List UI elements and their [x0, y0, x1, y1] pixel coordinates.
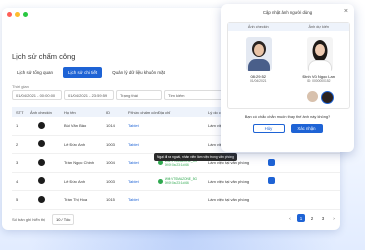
time-to-field[interactable]: 01/04/2021 - 23:59:59 — [64, 90, 114, 100]
close-icon[interactable]: × — [344, 8, 348, 15]
body-shape — [248, 59, 270, 71]
tab-bar: Lịch sử tổng quan Lịch sử chi tiết Quản … — [12, 67, 170, 78]
page-button-1[interactable]: 1 — [297, 214, 305, 222]
page-title: Lịch sử chấm công — [12, 52, 76, 61]
checkin-column: Ảnh checkin 08:29:52 01/04/2021 — [228, 23, 289, 108]
row-reason: Làm việc tại văn phòng — [208, 197, 250, 203]
checkin-date: 01/04/2021 — [249, 79, 267, 83]
wifi-check-icon — [158, 178, 163, 184]
table-row[interactable]: 5 Trần Thị Hoa 1015 Tablet Làm việc tại … — [12, 191, 340, 210]
expected-photo-large — [306, 37, 333, 71]
table-footer: Số bản ghi hiển thị 10 / Tốc ‹ 1 2 3 › — [12, 214, 340, 226]
row-name: Trần Thị Hoa — [64, 197, 88, 203]
candidate-thumbnail[interactable] — [320, 91, 334, 104]
cancel-button[interactable]: Hủy — [252, 124, 285, 133]
row-id: 1014 — [106, 123, 115, 129]
body-shape — [307, 60, 332, 71]
row-mode[interactable]: Tablet — [128, 160, 158, 165]
face-thumbnail — [38, 121, 45, 129]
page-button-2[interactable]: 2 — [308, 214, 316, 222]
expected-person-id: ID: 0000000152 — [307, 79, 331, 83]
checkin-photo[interactable] — [30, 195, 64, 204]
row-stt: 2 — [16, 141, 19, 147]
dialog-title: Cập nhật ảnh người dùng — [262, 10, 313, 15]
close-dot-icon[interactable] — [7, 11, 12, 17]
time-label: Thời gian — [12, 84, 29, 89]
checkin-photo[interactable] — [30, 140, 64, 148]
address-text: Wifi:VTSMAZONE_5G 0f:0f:0a:23:1d:66 — [164, 177, 197, 186]
face-shape — [314, 44, 325, 56]
minimize-dot-icon[interactable] — [15, 11, 20, 17]
per-page-label: Số bản ghi hiển thị — [12, 217, 46, 222]
update-photo-dialog: Cập nhật ảnh người dùng × Ảnh checkin 08… — [221, 4, 354, 152]
row-mode[interactable]: Tablet — [128, 197, 158, 202]
checkin-photo-large — [246, 37, 272, 71]
maximize-dot-icon[interactable] — [23, 11, 28, 17]
row-stt: 1 — [16, 123, 19, 129]
face-thumbnail — [38, 158, 45, 166]
pagination: ‹ 1 2 3 › — [286, 214, 338, 222]
checkin-photo[interactable] — [30, 158, 64, 167]
row-name: Lê Đức Anh — [64, 141, 86, 147]
photo-compare: Ảnh checkin 08:29:52 01/04/2021 Ảnh dự k… — [227, 22, 350, 109]
dialog-actions: Hủy Xác nhận — [221, 124, 354, 133]
face-shape — [254, 44, 264, 56]
row-name: Bùi Văn Bảo — [64, 123, 87, 129]
header-id: ID — [106, 109, 110, 115]
row-stt: 5 — [16, 197, 19, 203]
tab-overview-history[interactable]: Lịch sử tổng quan — [12, 67, 58, 78]
row-mode[interactable]: Tablet — [128, 123, 158, 128]
tab-detail-history[interactable]: Lịch sử chi tiết — [63, 67, 103, 78]
status-select[interactable]: Trạng thái — [116, 90, 162, 100]
edit-photo-icon[interactable] — [268, 177, 275, 185]
face-thumbnail — [38, 177, 45, 185]
row-name: Trần Ngọc Chinh — [64, 160, 95, 166]
candidate-thumbnail[interactable] — [306, 91, 318, 102]
prev-page-button[interactable]: ‹ — [286, 214, 294, 222]
page-button-3[interactable]: 3 — [319, 214, 327, 222]
face-thumbnail — [38, 140, 45, 148]
row-mode[interactable]: Tablet — [128, 179, 158, 184]
row-id: 1004 — [106, 160, 115, 166]
face-thumbnail — [38, 195, 45, 203]
header-name: Họ tên — [64, 109, 76, 115]
row-stt: 4 — [16, 178, 19, 184]
wifi-check-icon — [158, 160, 163, 166]
row-address: Wifi:VTSMAZONE_5G 0f:0f:0a:23:1d:66 — [158, 177, 208, 185]
row-actions — [268, 177, 298, 185]
table-row[interactable]: 4 Lê Đức Anh 1003 Tablet Wifi:VTSMAZONE_… — [12, 173, 340, 191]
checkin-column-header: Ảnh checkin — [228, 23, 289, 31]
row-mode[interactable]: Tablet — [128, 142, 158, 147]
header-checkin-photo: Ảnh checkin — [30, 109, 52, 115]
row-name: Lê Đức Anh — [64, 178, 86, 184]
header-address: Địa chỉ — [158, 109, 171, 115]
row-stt: 3 — [16, 160, 19, 166]
row-reason: Làm việc tại văn phòng — [208, 160, 250, 166]
row-id: 1003 — [106, 141, 115, 147]
row-id: 1003 — [106, 178, 115, 184]
edit-photo-icon[interactable] — [268, 158, 275, 166]
row-reason: Làm việc tại văn phòng — [208, 178, 250, 184]
checkin-photo[interactable] — [30, 121, 64, 130]
next-page-button[interactable]: › — [330, 214, 338, 222]
time-from-field[interactable]: 01/04/2021 - 00:00:00 — [12, 90, 62, 100]
row-actions — [268, 158, 298, 167]
per-page-select[interactable]: 10 / Tốc — [52, 214, 75, 225]
candidate-thumbnails — [306, 91, 334, 104]
reason-tooltip: Ngại đi ra ngoài, nhân viên làm việc tro… — [154, 153, 237, 161]
tab-face-data[interactable]: Quản lý dữ liệu khuôn mặt — [107, 67, 170, 78]
checkin-photo[interactable] — [30, 177, 64, 185]
confirm-button[interactable]: Xác nhận — [290, 124, 323, 133]
expected-column-header: Ảnh dự kiến — [288, 23, 349, 31]
expected-column: Ảnh dự kiến Đinh Vũ Ngọc Lan ID: 0000000… — [288, 23, 349, 108]
header-stt: STT — [16, 109, 24, 115]
confirm-question: Bạn có chắc chắn muốn thay thế ảnh này k… — [244, 114, 331, 119]
header-mode: P.thức chấm công — [128, 109, 158, 115]
row-id: 1015 — [106, 197, 115, 203]
